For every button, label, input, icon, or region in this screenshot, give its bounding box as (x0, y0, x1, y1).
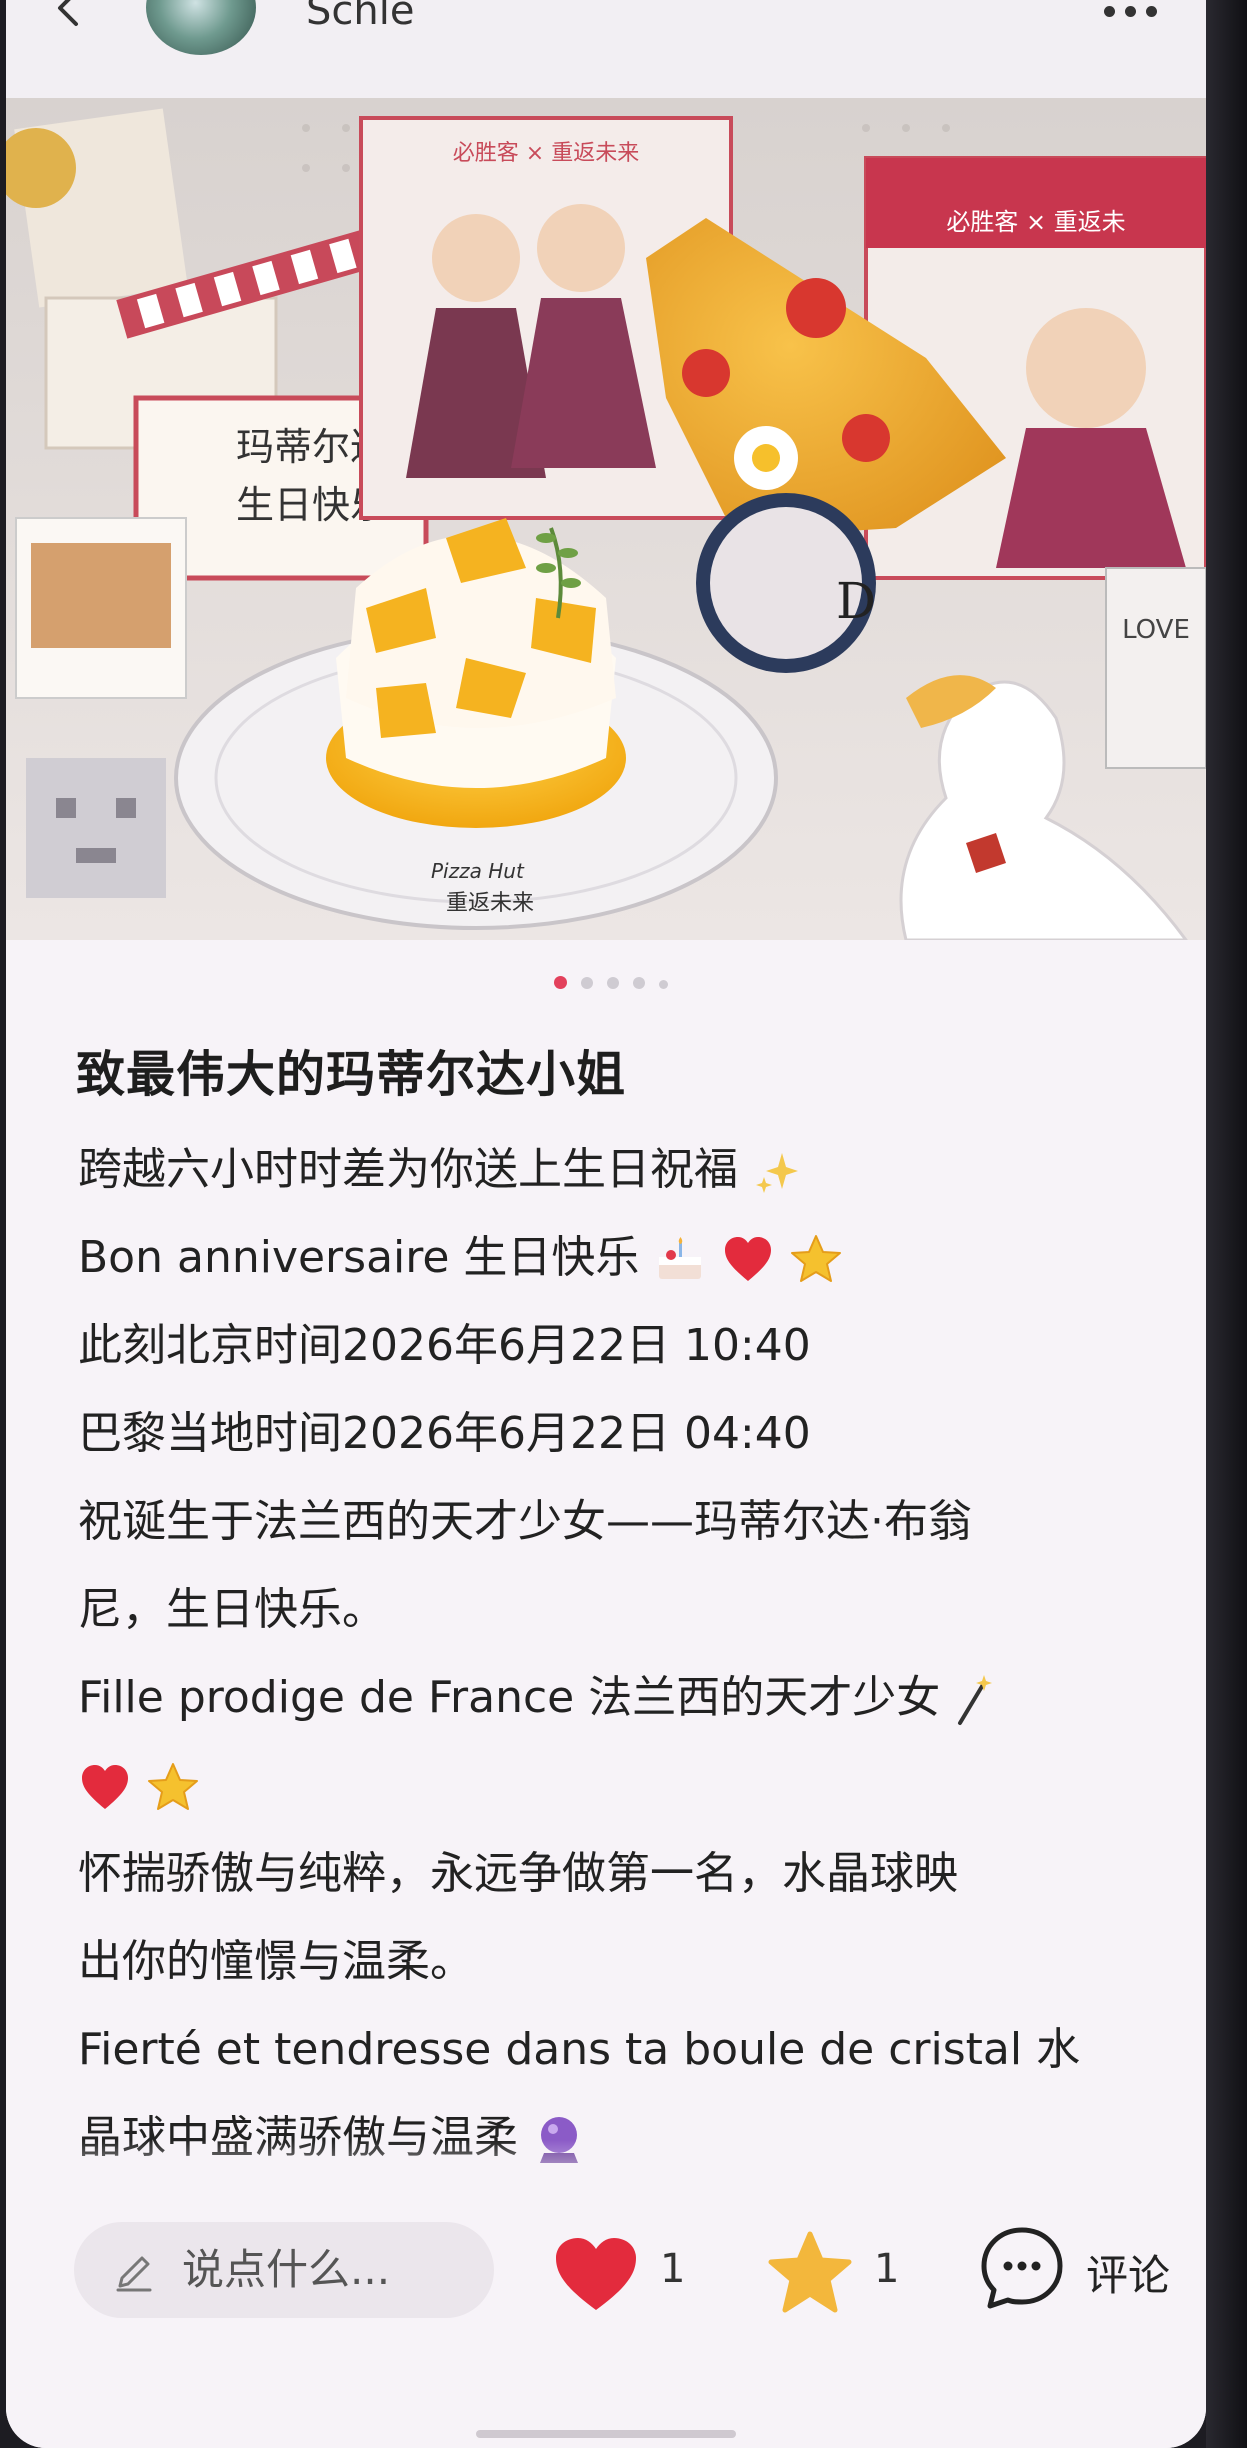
magic-wand-icon (958, 1675, 993, 1725)
comment-placeholder: 说点什么... (182, 2245, 391, 2294)
bottom-action-bar: 说点什么... 1 1 评论 (6, 2190, 1206, 2448)
carousel-dot-3[interactable] (607, 977, 619, 989)
post-line-text: 跨越六小时时差为你送上生日祝福 (78, 1144, 738, 1195)
comment-label[interactable]: 评论 (1086, 2242, 1170, 2303)
more-options-icon[interactable] (1104, 2, 1168, 22)
username[interactable]: Schle (306, 0, 414, 34)
carousel-dot-5[interactable] (659, 980, 668, 989)
photo-plate-brand: Pizza Hut (431, 859, 525, 883)
post-line: Fille prodige de France 法兰西的天才少女 (78, 1654, 1178, 1742)
photo-card-brand-2: 必胜客 × 重返未 (946, 208, 1125, 236)
photo-card-brand: 必胜客 × 重返未来 (453, 141, 639, 166)
post-body: 跨越六小时时差为你送上生日祝福 Bon anniversaire 生日快乐 此刻… (78, 1126, 1178, 2182)
post-line: 跨越六小时时差为你送上生日祝福 (78, 1126, 1178, 1214)
post-title: 致最伟大的玛蒂尔达小姐 (76, 1046, 627, 1103)
post-line: 此刻北京时间2026年6月22日 10:40 (78, 1320, 811, 1371)
carousel-indicator (554, 974, 682, 989)
heart-icon (725, 1237, 772, 1281)
top-navigation-bar: Schle (6, 0, 1206, 100)
like-heart-icon[interactable] (552, 2236, 640, 2314)
back-icon[interactable] (50, 0, 90, 28)
post-line: 出你的憧憬与温柔。 (78, 1936, 474, 1987)
photo-plate-sub: 重返未来 (446, 891, 534, 916)
like-count: 1 (660, 2246, 686, 2292)
post-line: Bon anniversaire 生日快乐 (78, 1214, 1178, 1302)
post-line: 怀揣骄傲与纯粹，永远争做第一名，水晶球映 (78, 1848, 958, 1899)
home-indicator (476, 2430, 736, 2438)
avatar[interactable] (146, 0, 256, 55)
sparkles-icon (756, 1153, 798, 1193)
pencil-icon (116, 2256, 152, 2292)
comment-bubble-icon[interactable] (978, 2224, 1066, 2312)
star-icon (148, 1763, 198, 1810)
carousel-dot-2[interactable] (581, 977, 593, 989)
heart-icon (82, 1765, 128, 1809)
device-bezel (1206, 0, 1247, 2448)
post-line-emojis (78, 1742, 1178, 1830)
post-line-text: Bon anniversaire 生日快乐 (78, 1232, 640, 1283)
post-line: 巴黎当地时间2026年6月22日 04:40 (78, 1408, 811, 1459)
post-line: 祝诞生于法兰西的天才少女——玛蒂尔达·布翁 (78, 1496, 972, 1547)
post-line-text: Fille prodige de France 法兰西的天才少女 (78, 1672, 941, 1723)
carousel-dot-4[interactable] (633, 977, 645, 989)
photo-badge-letter: D (836, 572, 876, 630)
photo-tag: LOVE (1122, 615, 1190, 645)
star-icon (791, 1235, 842, 1282)
favorite-count: 1 (874, 2246, 900, 2292)
cake-icon (659, 1237, 702, 1279)
post-line: Fierté et tendresse dans ta boule de cri… (78, 2024, 1081, 2075)
post-photo[interactable]: 玛蒂尔达 生日快乐~ 必胜客 × 重返未来 必胜客 × 重返未 LOVE D P… (6, 98, 1206, 940)
phone-screen: Schle 玛蒂尔达 生日快乐~ 必胜客 × 重返未来 必胜客 × 重返未 LO… (6, 0, 1206, 2448)
comment-input[interactable]: 说点什么... (74, 2222, 494, 2318)
post-line: 尼，生日快乐。 (78, 1584, 386, 1635)
carousel-dot-1[interactable] (554, 976, 567, 989)
favorite-star-icon[interactable] (766, 2230, 854, 2316)
